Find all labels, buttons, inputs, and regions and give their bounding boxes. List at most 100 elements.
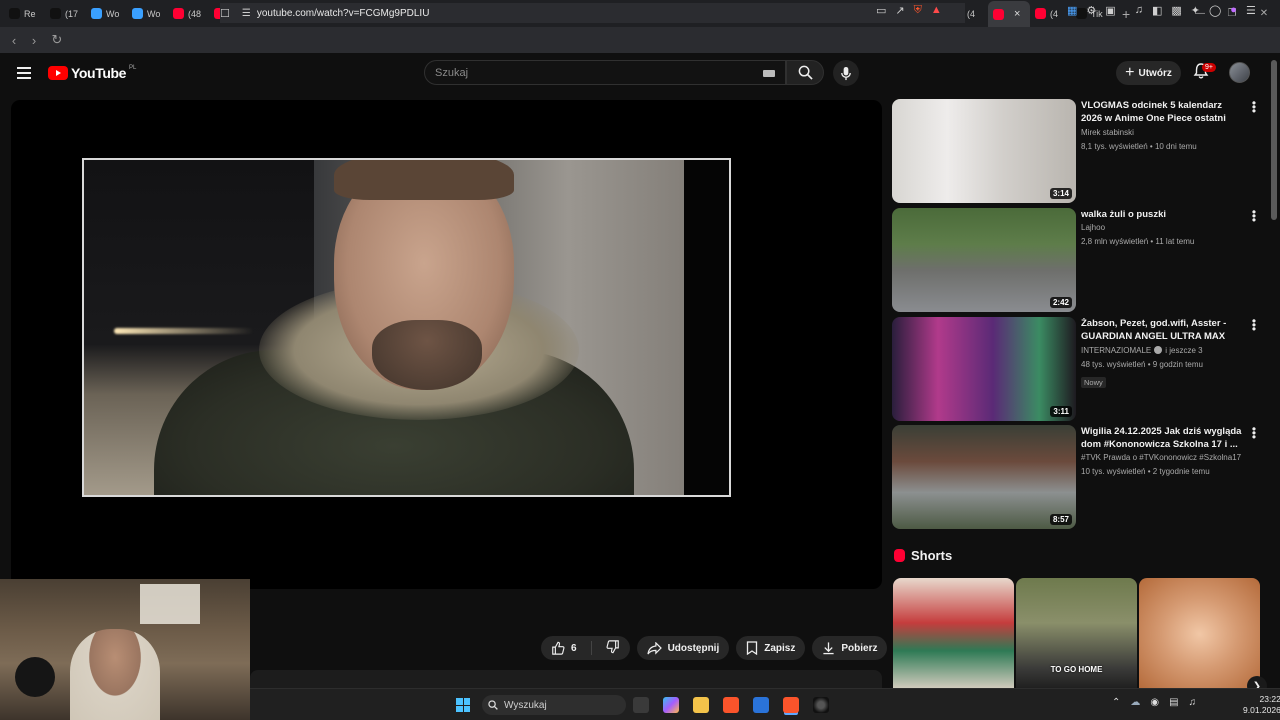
system-tray: ⌃ ☁ ◉ ▤ ♫ [1112, 697, 1196, 708]
create-button[interactable]: + Utwórz [1116, 61, 1181, 85]
ai-icon[interactable]: ✦ [1191, 4, 1200, 17]
hamburger-menu-icon[interactable] [17, 67, 31, 82]
share-page-icon[interactable]: ↗ [895, 4, 904, 17]
brave-active-icon[interactable] [783, 697, 799, 713]
bookmark-icon[interactable]: ☐ [220, 7, 230, 20]
windows-start-icon[interactable] [456, 698, 470, 712]
save-button[interactable]: Zapisz [736, 636, 806, 660]
video-meta: Wigilia 24.12.2025 Jak dziś wygląda dom … [1081, 425, 1243, 479]
windows-taskbar: Wyszukaj ⌃ ☁ ◉ ▤ ♫ 23:22 9.01.2026 [250, 688, 1280, 720]
tray-mic-icon[interactable]: ◉ [1150, 697, 1159, 708]
sidebar-icon[interactable]: ◧ [1152, 4, 1162, 17]
video-title[interactable]: VLOGMAS odcinek 5 kalendarz 2026 w Anime… [1081, 99, 1243, 126]
video-title[interactable]: Wigilia 24.12.2025 Jak dziś wygląda dom … [1081, 425, 1243, 451]
tab-close-icon[interactable]: × [1014, 8, 1020, 20]
extension-new-icon[interactable]: ▦ [1067, 4, 1077, 17]
channel-name-row: Mirek stabinski [1081, 126, 1243, 140]
profile-ext-icon[interactable]: ● [1230, 4, 1237, 17]
short-item[interactable] [893, 578, 1014, 690]
file-explorer-icon[interactable] [693, 697, 709, 713]
channel-name-row: #TVK Prawda o #TVKononowicz #Szkolna17 #… [1081, 451, 1243, 465]
video-stats: 10 tys. wyświetleń • 2 tygodnie temu [1081, 467, 1210, 476]
video-actions: 6 Udostępnij Zapisz Pobierz ••• [541, 636, 919, 660]
video-meta: walka żuli o puszki Lajhoo 2,8 mln wyświet… [1081, 208, 1243, 249]
voice-search-button[interactable] [833, 60, 859, 86]
more-vertical-icon[interactable]: • • • [1250, 97, 1258, 117]
browser-tab[interactable]: × [988, 1, 1030, 27]
video-duration: 8:57 [1049, 514, 1072, 525]
more-vertical-icon[interactable]: • • • [1250, 423, 1258, 443]
page-scrollbar[interactable] [1271, 60, 1277, 220]
share-label: Udostępnij [667, 642, 720, 654]
copilot-icon[interactable] [663, 697, 679, 713]
youtube-icon [993, 8, 1004, 20]
channel-name[interactable]: #TVK Prawda o #TVKononowicz #Szkolna17 #… [1081, 453, 1243, 462]
account-avatar[interactable] [1229, 62, 1250, 83]
obs-icon[interactable] [813, 697, 829, 713]
wallet-icon[interactable]: ▩ [1171, 4, 1181, 17]
video-title[interactable]: Żabson, Pezet, god.wifi, Asster - GUARDI… [1081, 317, 1243, 344]
volume-icon[interactable]: ♫ [1189, 697, 1197, 708]
taskbar-search[interactable]: Wyszukaj [482, 695, 626, 715]
task-view-icon[interactable] [633, 697, 649, 713]
tab-label: Wo [106, 8, 120, 19]
search-box[interactable] [424, 60, 786, 85]
brave-shield-icon[interactable]: ⛨ [914, 4, 922, 17]
channel-name[interactable]: Mirek stabinski [1081, 128, 1134, 137]
site-info-icon[interactable]: ☰ [242, 8, 251, 19]
menu-icon[interactable]: ☰ [1246, 4, 1256, 17]
youtube-logo[interactable]: YouTube PL [48, 65, 136, 81]
short-item[interactable] [1139, 578, 1260, 690]
more-vertical-icon[interactable]: • • • [1250, 206, 1258, 226]
recommended-video[interactable]: 3:14 VLOGMAS odcinek 5 kalendarz 2026 w A… [892, 97, 1272, 203]
video-thumbnail[interactable]: 3:11 [892, 317, 1076, 421]
browser-tab[interactable]: (48 [168, 3, 209, 25]
address-bar[interactable]: ☐ ☰ youtube.com/watch?v=FCGMg9PDLIU [220, 3, 965, 23]
video-thumbnail[interactable]: 2:42 [892, 208, 1076, 312]
tray-app-icon[interactable]: ☁ [1130, 697, 1140, 708]
download-button[interactable]: Pobierz [812, 636, 888, 660]
store-icon[interactable] [753, 697, 769, 713]
channel-name[interactable]: INTERNAZIOMALE [1081, 346, 1151, 355]
back-icon[interactable]: ‹ [4, 33, 24, 48]
puzzle-icon[interactable]: ⚙ [1086, 4, 1096, 17]
tab-label: (17 [65, 8, 79, 19]
browser-tab[interactable]: Wo [127, 3, 168, 25]
web-icon [91, 8, 102, 19]
vpn-icon[interactable]: ◯ [1209, 4, 1221, 17]
keyboard-icon[interactable] [763, 70, 775, 77]
short-item[interactable]: TO GO HOME [1016, 578, 1137, 690]
music-icon[interactable]: ♫ [1135, 4, 1143, 17]
search-button[interactable] [786, 60, 824, 85]
forward-icon[interactable]: › [24, 33, 44, 48]
tray-overflow-icon[interactable]: ⌃ [1112, 697, 1120, 708]
browser-tab[interactable]: (4 [1030, 3, 1071, 25]
recommended-video[interactable]: 3:11 Żabson, Pezet, god.wifi, Asster - GU… [892, 315, 1272, 421]
thumbs-down-icon [606, 639, 619, 653]
browser-tab[interactable]: Wo [86, 3, 127, 25]
browser-tab[interactable]: Re [4, 3, 45, 25]
brave-browser-icon[interactable] [723, 697, 739, 713]
dislike-button[interactable] [606, 639, 620, 657]
url-text[interactable]: youtube.com/watch?v=FCGMg9PDLIU [257, 8, 430, 19]
channel-name[interactable]: Lajhoo [1081, 223, 1105, 232]
search-input[interactable] [425, 66, 745, 79]
like-button[interactable]: 6 [551, 641, 577, 655]
screenshot-icon[interactable]: ▣ [1105, 4, 1115, 17]
network-icon[interactable]: ▤ [1169, 697, 1178, 708]
browser-tab[interactable]: (17 [45, 3, 86, 25]
taskbar-clock[interactable]: 23:22 9.01.2026 [1243, 694, 1280, 716]
video-title[interactable]: walka żuli o puszki [1081, 208, 1243, 221]
video-thumbnail[interactable]: 8:57 [892, 425, 1076, 529]
save-label: Zapisz [764, 642, 796, 654]
recommended-video[interactable]: 2:42 walka żuli o puszki Lajhoo 2,8 mln wyś… [892, 206, 1272, 312]
reload-icon[interactable]: ↻ [47, 32, 67, 48]
cast-icon[interactable]: ▭ [876, 4, 886, 17]
recommended-video[interactable]: 8:57 Wigilia 24.12.2025 Jak dziś wygląda … [892, 423, 1272, 529]
rewards-icon[interactable]: ▲ [931, 4, 942, 17]
description-box[interactable] [250, 670, 882, 688]
more-vertical-icon[interactable]: • • • [1250, 315, 1258, 335]
video-player[interactable] [11, 100, 882, 589]
share-button[interactable]: Udostępnij [636, 636, 730, 660]
video-thumbnail[interactable]: 3:14 [892, 99, 1076, 203]
